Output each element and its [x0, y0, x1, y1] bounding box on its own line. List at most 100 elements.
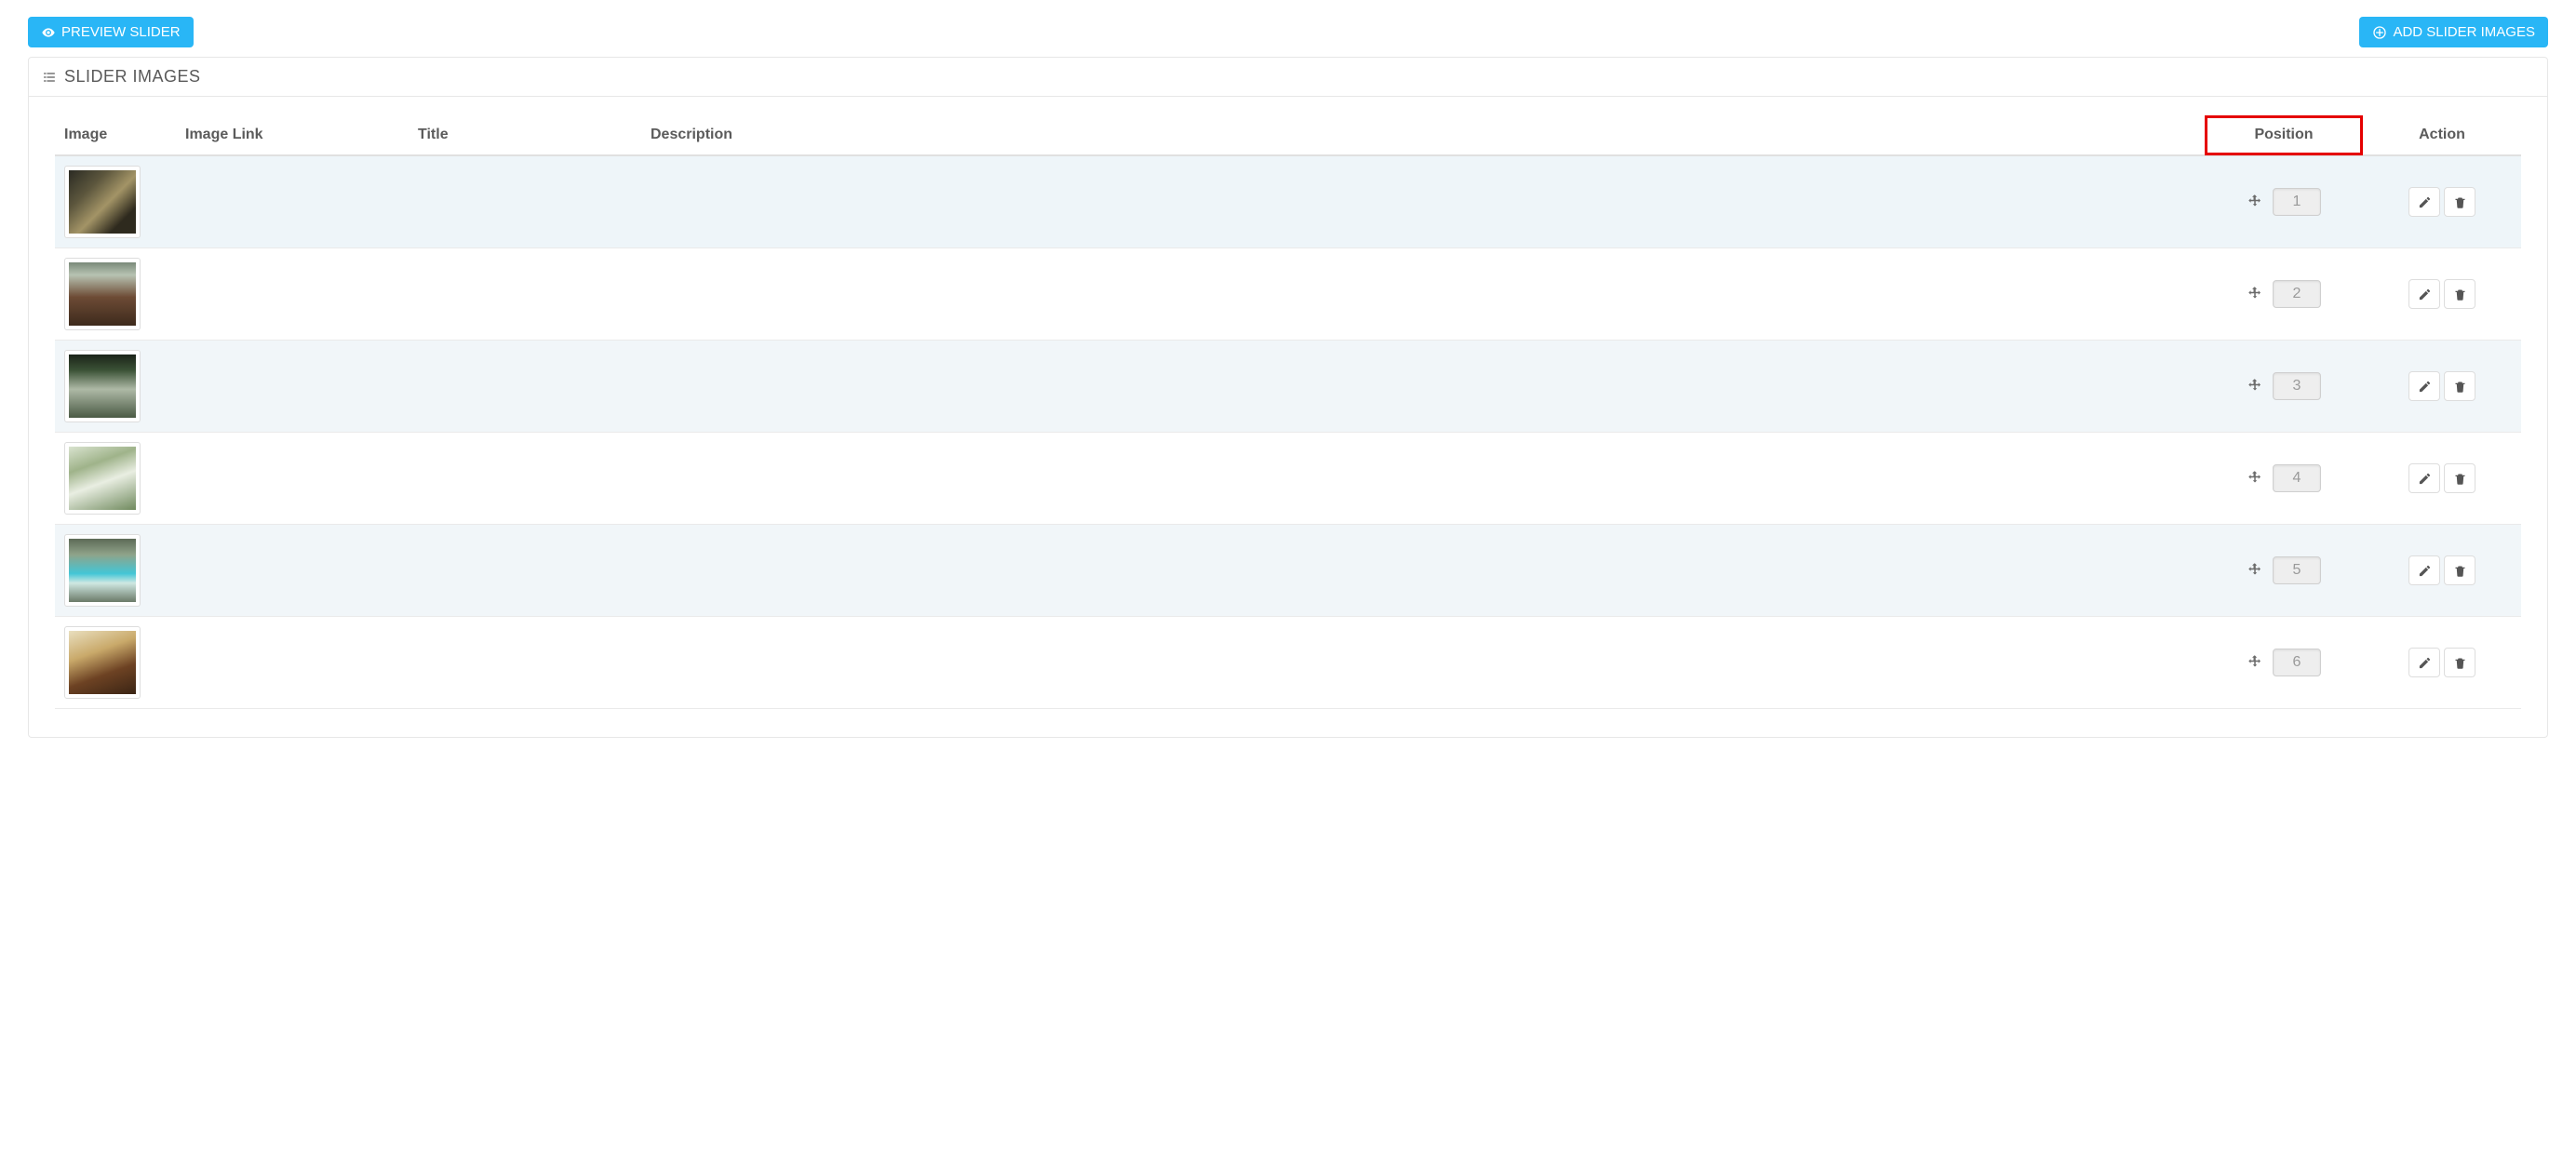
edit-button[interactable] [2408, 187, 2440, 217]
add-slider-images-button[interactable]: ADD SLIDER IMAGES [2359, 17, 2548, 47]
cell-action [2363, 433, 2521, 525]
table-row [55, 248, 2521, 341]
col-header-title: Title [409, 115, 641, 155]
thumbnail-image [69, 447, 136, 510]
thumbnail[interactable] [64, 258, 141, 330]
cell-image-link [176, 525, 409, 617]
cell-action [2363, 248, 2521, 341]
move-handle-icon[interactable] [2247, 378, 2263, 395]
move-handle-icon[interactable] [2247, 286, 2263, 302]
cell-position [2205, 433, 2363, 525]
eye-icon [41, 25, 56, 40]
cell-description [641, 433, 2205, 525]
pencil-icon [2418, 656, 2432, 670]
cell-image-link [176, 155, 409, 248]
toolbar: PREVIEW SLIDER ADD SLIDER IMAGES [28, 17, 2548, 47]
position-input[interactable] [2273, 556, 2321, 584]
table-row [55, 155, 2521, 248]
cell-image-link [176, 617, 409, 709]
pencil-icon [2418, 564, 2432, 578]
position-input[interactable] [2273, 280, 2321, 308]
thumbnail[interactable] [64, 166, 141, 238]
edit-button[interactable] [2408, 463, 2440, 493]
cell-image [55, 433, 176, 525]
thumbnail[interactable] [64, 534, 141, 607]
table-row [55, 341, 2521, 433]
cell-title [409, 155, 641, 248]
cell-action [2363, 525, 2521, 617]
cell-title [409, 248, 641, 341]
thumbnail[interactable] [64, 626, 141, 699]
thumbnail-image [69, 355, 136, 418]
pencil-icon [2418, 472, 2432, 486]
cell-position [2205, 341, 2363, 433]
delete-button[interactable] [2444, 463, 2475, 493]
position-input[interactable] [2273, 372, 2321, 400]
cell-description [641, 341, 2205, 433]
cell-image [55, 155, 176, 248]
edit-button[interactable] [2408, 279, 2440, 309]
table-row [55, 617, 2521, 709]
plus-circle-icon [2372, 25, 2387, 40]
edit-button[interactable] [2408, 371, 2440, 401]
col-header-image: Image [55, 115, 176, 155]
cell-image-link [176, 248, 409, 341]
cell-image-link [176, 433, 409, 525]
delete-button[interactable] [2444, 555, 2475, 585]
move-handle-icon[interactable] [2247, 654, 2263, 671]
cell-description [641, 248, 2205, 341]
cell-image [55, 617, 176, 709]
cell-image [55, 525, 176, 617]
thumbnail-image [69, 539, 136, 602]
cell-action [2363, 617, 2521, 709]
preview-slider-label: PREVIEW SLIDER [61, 24, 181, 40]
table-row [55, 525, 2521, 617]
cell-description [641, 155, 2205, 248]
delete-button[interactable] [2444, 648, 2475, 677]
move-handle-icon[interactable] [2247, 562, 2263, 579]
slider-images-panel: SLIDER IMAGES Image Image Link Title Des… [28, 57, 2548, 738]
cell-position [2205, 155, 2363, 248]
trash-icon [2453, 288, 2467, 301]
trash-icon [2453, 564, 2467, 578]
cell-description [641, 525, 2205, 617]
table-row [55, 433, 2521, 525]
cell-action [2363, 341, 2521, 433]
col-header-action: Action [2363, 115, 2521, 155]
cell-image [55, 341, 176, 433]
cell-title [409, 525, 641, 617]
trash-icon [2453, 380, 2467, 394]
position-input[interactable] [2273, 649, 2321, 676]
cell-image-link [176, 341, 409, 433]
cell-position [2205, 248, 2363, 341]
move-handle-icon[interactable] [2247, 194, 2263, 210]
col-header-image-link: Image Link [176, 115, 409, 155]
cell-title [409, 617, 641, 709]
delete-button[interactable] [2444, 279, 2475, 309]
trash-icon [2453, 472, 2467, 486]
delete-button[interactable] [2444, 187, 2475, 217]
panel-title: SLIDER IMAGES [64, 67, 201, 87]
move-handle-icon[interactable] [2247, 470, 2263, 487]
thumbnail[interactable] [64, 350, 141, 422]
thumbnail-image [69, 170, 136, 234]
thumbnail-image [69, 262, 136, 326]
pencil-icon [2418, 195, 2432, 209]
preview-slider-button[interactable]: PREVIEW SLIDER [28, 17, 194, 47]
position-input[interactable] [2273, 188, 2321, 216]
list-icon [42, 70, 57, 85]
trash-icon [2453, 195, 2467, 209]
cell-action [2363, 155, 2521, 248]
edit-button[interactable] [2408, 555, 2440, 585]
pencil-icon [2418, 380, 2432, 394]
delete-button[interactable] [2444, 371, 2475, 401]
edit-button[interactable] [2408, 648, 2440, 677]
thumbnail[interactable] [64, 442, 141, 515]
thumbnail-image [69, 631, 136, 694]
cell-position [2205, 617, 2363, 709]
col-header-description: Description [641, 115, 2205, 155]
position-input[interactable] [2273, 464, 2321, 492]
pencil-icon [2418, 288, 2432, 301]
cell-description [641, 617, 2205, 709]
col-header-position: Position [2205, 115, 2363, 155]
